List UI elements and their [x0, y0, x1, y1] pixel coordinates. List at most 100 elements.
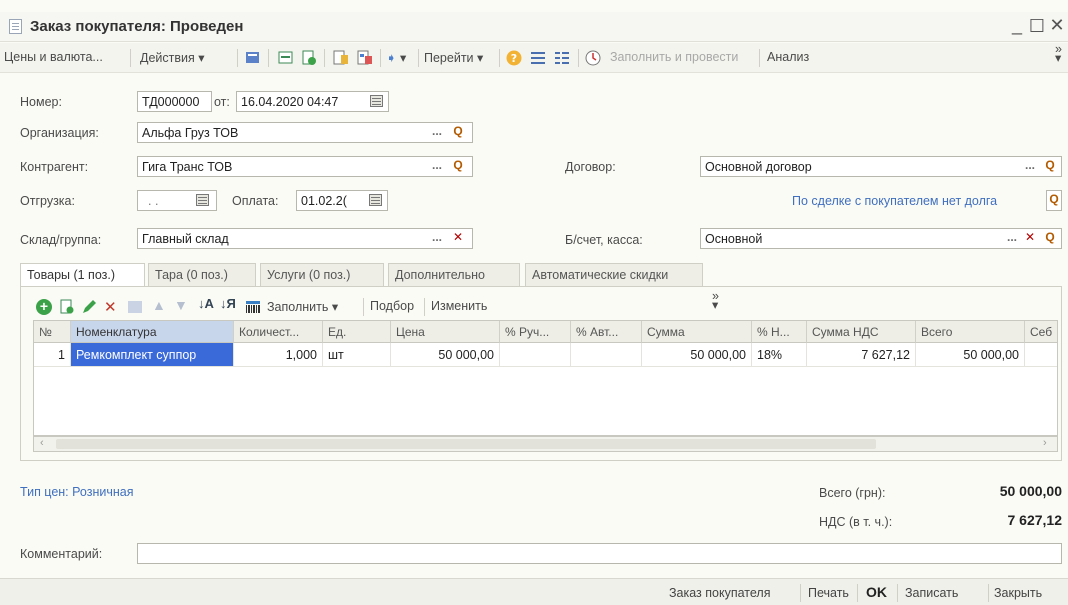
- toolbar-overflow-icon[interactable]: » ▾: [1055, 43, 1062, 65]
- analysis-button[interactable]: Анализ: [767, 50, 809, 64]
- goto-menu[interactable]: Перейти ▾: [424, 50, 483, 65]
- table-row-manual-discount[interactable]: [500, 343, 571, 367]
- select-account-button[interactable]: ...: [1005, 229, 1019, 248]
- sort-ascending-icon[interactable]: ↓A: [198, 296, 214, 311]
- ok-button[interactable]: OK: [866, 584, 887, 600]
- price-type-link[interactable]: Тип цен: Розничная: [20, 485, 133, 499]
- calendar-icon[interactable]: [370, 95, 383, 107]
- scroll-left-icon[interactable]: ‹: [40, 437, 44, 449]
- contract-field[interactable]: Основной договор ... Q: [700, 156, 1062, 177]
- select-contract-button[interactable]: ...: [1023, 157, 1037, 176]
- col-header-number[interactable]: №: [34, 321, 71, 343]
- help-icon[interactable]: ?: [505, 49, 523, 67]
- organization-field[interactable]: Альфа Груз ТОВ ... Q: [137, 122, 473, 143]
- sort-descending-icon[interactable]: ↓Я: [220, 296, 236, 311]
- clear-warehouse-icon[interactable]: ✕: [451, 229, 465, 248]
- print-button[interactable]: Печать: [808, 586, 849, 600]
- clear-account-icon[interactable]: ✕: [1023, 229, 1037, 248]
- open-counterparty-icon[interactable]: Q: [451, 157, 465, 176]
- debt-status-link[interactable]: По сделке с покупателем нет долга: [792, 194, 997, 208]
- table-row-total[interactable]: 50 000,00: [916, 343, 1025, 367]
- table-row-number[interactable]: 1: [34, 343, 71, 367]
- col-header-vat-rate[interactable]: % Н...: [752, 321, 807, 343]
- col-header-manual-discount[interactable]: % Руч...: [500, 321, 571, 343]
- list-icon[interactable]: [529, 49, 547, 67]
- tab-auto-discounts[interactable]: Автоматические скидки: [525, 263, 703, 286]
- maximize-button[interactable]: ☐: [1028, 16, 1046, 37]
- save-button[interactable]: Записать: [905, 586, 958, 600]
- select-organization-button[interactable]: ...: [430, 123, 444, 142]
- post-icon[interactable]: [244, 49, 262, 67]
- counterparty-field[interactable]: Гига Транс ТОВ ... Q: [137, 156, 473, 177]
- col-header-sum[interactable]: Сумма: [642, 321, 752, 343]
- scroll-thumb[interactable]: [56, 439, 876, 449]
- minimize-button[interactable]: _: [1008, 15, 1026, 36]
- warehouse-field[interactable]: Главный склад ... ✕: [137, 228, 473, 249]
- prices-currency-button[interactable]: Цены и валюта...: [4, 50, 103, 64]
- change-button[interactable]: Изменить: [431, 299, 487, 313]
- table-toolbar-overflow-icon[interactable]: » ▾: [712, 290, 719, 312]
- account-field[interactable]: Основной ... ✕ Q: [700, 228, 1062, 249]
- tab-additional[interactable]: Дополнительно: [388, 263, 520, 286]
- debt-details-button[interactable]: Q: [1046, 190, 1062, 211]
- open-contract-icon[interactable]: Q: [1043, 157, 1057, 176]
- based-on-button[interactable]: ➧ ▾: [386, 50, 406, 65]
- col-header-item[interactable]: Номенклатура: [71, 321, 234, 343]
- scroll-right-icon[interactable]: ›: [1043, 437, 1047, 449]
- contract-value: Основной договор: [705, 160, 812, 174]
- table-row-price[interactable]: 50 000,00: [391, 343, 500, 367]
- tab-services[interactable]: Услуги (0 поз.): [260, 263, 384, 286]
- barcode-icon[interactable]: [244, 298, 262, 316]
- add-row-icon[interactable]: +: [36, 299, 52, 315]
- customer-order-button[interactable]: Заказ покупателя: [669, 586, 770, 600]
- tab-goods[interactable]: Товары (1 поз.): [20, 263, 145, 288]
- close-button[interactable]: Закрыть: [994, 586, 1042, 600]
- col-header-vat-sum[interactable]: Сумма НДС: [807, 321, 916, 343]
- copy-row-icon[interactable]: [58, 298, 76, 316]
- move-down-icon[interactable]: ▼: [174, 297, 188, 313]
- horizontal-scrollbar[interactable]: ‹ ›: [33, 436, 1058, 452]
- grid-settings-icon[interactable]: [126, 298, 144, 316]
- edit-row-icon[interactable]: [80, 298, 98, 316]
- select-warehouse-button[interactable]: ...: [430, 229, 444, 248]
- comment-label: Комментарий:: [20, 547, 103, 561]
- table-row-vat-rate[interactable]: 18%: [752, 343, 807, 367]
- col-header-cost[interactable]: Себ: [1025, 321, 1057, 343]
- table-row-cost[interactable]: [1025, 343, 1057, 367]
- move-up-icon[interactable]: ▲: [152, 297, 166, 313]
- open-account-icon[interactable]: Q: [1043, 229, 1057, 248]
- date-field[interactable]: 16.04.2020 04:47: [236, 91, 389, 112]
- search-icon: Q: [1049, 192, 1059, 206]
- table-row-auto-discount[interactable]: [571, 343, 642, 367]
- select-counterparty-button[interactable]: ...: [430, 157, 444, 176]
- table-row-quantity[interactable]: 1,000: [234, 343, 323, 367]
- goto-label: Перейти: [424, 51, 474, 65]
- structure-icon[interactable]: [332, 49, 350, 67]
- tab-containers[interactable]: Тара (0 поз.): [148, 263, 256, 286]
- col-header-auto-discount[interactable]: % Авт...: [571, 321, 642, 343]
- movements-icon[interactable]: [356, 49, 374, 67]
- delete-row-icon[interactable]: ✕: [104, 298, 117, 316]
- table-settings-icon[interactable]: [553, 49, 571, 67]
- table-row-sum[interactable]: 50 000,00: [642, 343, 752, 367]
- calendar-icon[interactable]: [369, 194, 382, 206]
- col-header-unit[interactable]: Ед.: [323, 321, 391, 343]
- calendar-icon[interactable]: [196, 194, 209, 206]
- fill-menu[interactable]: Заполнить ▾: [267, 299, 338, 314]
- col-header-quantity[interactable]: Количест...: [234, 321, 323, 343]
- table-row-item[interactable]: Ремкомплект суппор: [71, 343, 234, 367]
- actions-menu[interactable]: Действия ▾: [140, 50, 205, 65]
- table-row-vat-sum[interactable]: 7 627,12: [807, 343, 916, 367]
- comment-field[interactable]: [137, 543, 1062, 564]
- select-items-button[interactable]: Подбор: [370, 299, 414, 313]
- open-organization-icon[interactable]: Q: [451, 123, 465, 142]
- table-row-unit[interactable]: шт: [323, 343, 391, 367]
- fill-and-post-button[interactable]: Заполнить и провести: [610, 50, 738, 64]
- history-icon[interactable]: [584, 49, 602, 67]
- number-field[interactable]: ТД000000: [137, 91, 212, 112]
- unpost-icon[interactable]: [277, 49, 295, 67]
- close-window-button[interactable]: ✕: [1048, 15, 1066, 36]
- col-header-total[interactable]: Всего: [916, 321, 1025, 343]
- copy-icon[interactable]: [300, 49, 318, 67]
- col-header-price[interactable]: Цена: [391, 321, 500, 343]
